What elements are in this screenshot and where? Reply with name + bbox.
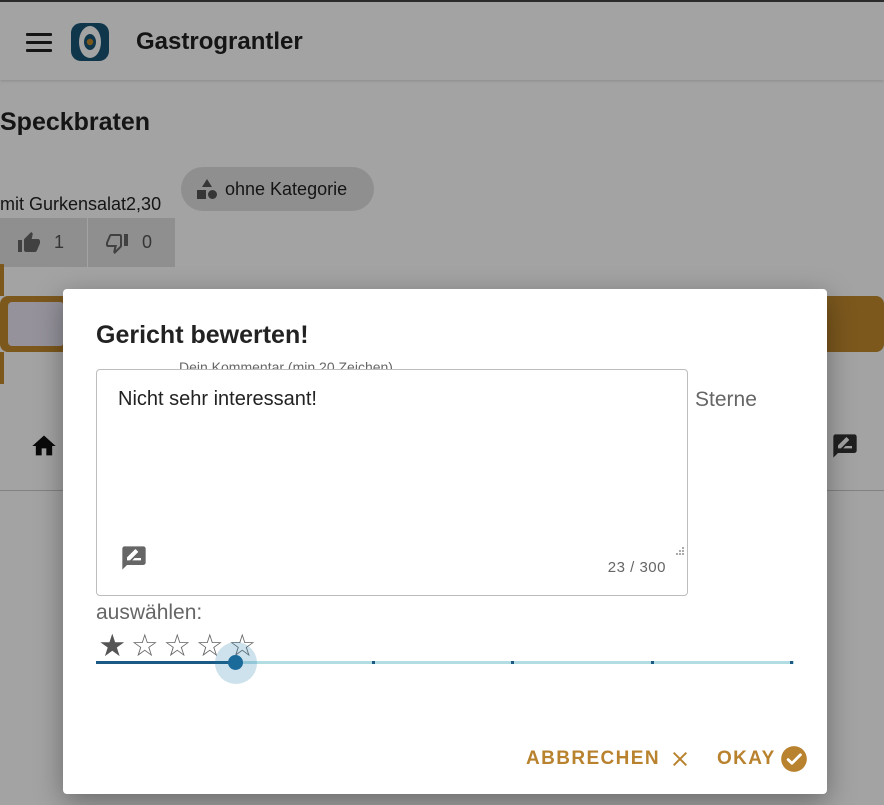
dialog-title: Gericht bewerten! [96,321,309,349]
character-counter: 23 / 300 [607,559,666,576]
check-circle-icon [780,746,807,772]
okay-button-label: OKAY [717,748,776,769]
cancel-button-label: ABBRECHEN [526,748,660,769]
comment-field-label: Dein Kommentar (min 20 Zeichen) [177,359,395,369]
resize-handle-icon[interactable] [673,546,685,558]
okay-button[interactable]: OKAY [717,744,808,774]
rating-slider[interactable] [96,642,794,685]
cancel-button[interactable]: ABBRECHEN [526,744,692,774]
slider-tick [372,661,375,664]
rating-dialog: Gericht bewerten! Dein Kommentar (min 20… [63,289,827,794]
slider-thumb[interactable] [228,655,243,670]
slider-tick [651,661,654,664]
comment-textarea[interactable]: Dein Kommentar (min 20 Zeichen) Nicht se… [96,359,688,596]
rating-label: Sterne [695,388,757,411]
slider-tick [790,661,793,664]
rating-label: auswählen: [96,601,203,624]
rate-review-icon [122,546,146,570]
close-icon [673,752,687,766]
slider-tick [511,661,514,664]
comment-value[interactable]: Nicht sehr interessant! [118,388,317,411]
